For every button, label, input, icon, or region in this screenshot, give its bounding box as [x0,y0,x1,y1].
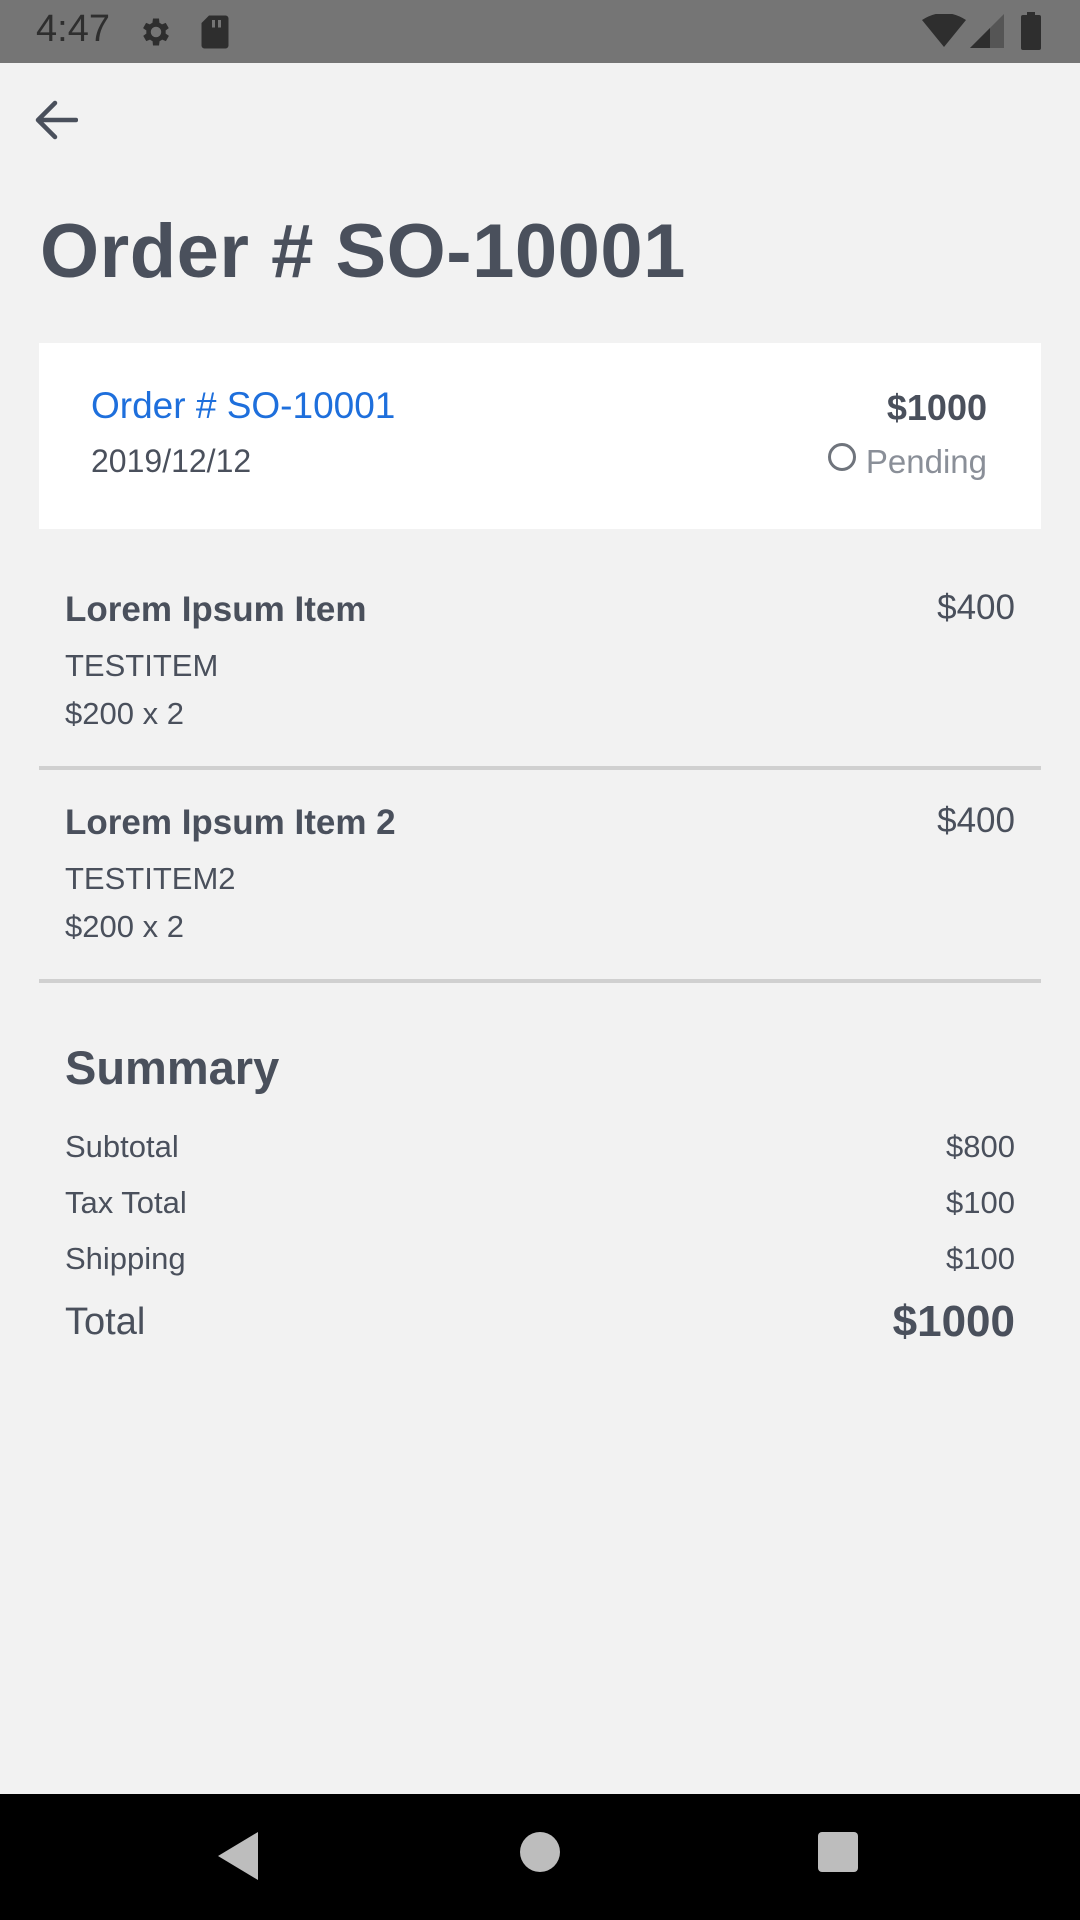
summary-row-tax: Tax Total $100 [65,1175,1015,1231]
summary-value: $100 [946,1241,1015,1276]
item-sku: TESTITEM [65,648,219,683]
summary-title: Summary [65,1041,280,1094]
item-name: Lorem Ipsum Item 2 [65,803,396,842]
back-button[interactable] [26,92,86,148]
page-title: Order # SO-10001 [40,209,686,294]
summary-label: Subtotal [65,1129,179,1164]
status-badge: Pending [827,443,987,481]
wifi-icon [922,14,966,47]
status-label: Pending [865,443,987,480]
order-amount: $1000 [886,387,987,428]
pending-circle-icon [827,443,856,471]
nav-back-icon[interactable] [216,1830,260,1882]
summary-label: Shipping [65,1241,186,1276]
summary-row-subtotal: Subtotal $800 [65,1119,1015,1175]
line-item: Lorem Ipsum Item 2 TESTITEM2 $200 x 2 $4… [39,773,1041,983]
item-price: $400 [937,801,1015,840]
sd-card-icon [201,15,229,49]
summary-row-total: Total $1000 [65,1287,1015,1357]
order-date: 2019/12/12 [91,443,252,479]
summary-label: Tax Total [65,1185,187,1220]
summary-value: $800 [946,1129,1015,1164]
item-quantity: $200 x 2 [65,696,184,731]
arrow-left-icon [35,100,78,140]
summary-row-shipping: Shipping $100 [65,1231,1015,1287]
status-bar: 4:47 [0,0,1080,63]
total-value: $1000 [892,1297,1015,1346]
battery-icon [1021,12,1041,50]
item-sku: TESTITEM2 [65,861,236,896]
gear-icon [143,18,169,46]
summary-value: $100 [946,1185,1015,1220]
nav-home-icon[interactable] [520,1832,560,1872]
status-time: 4:47 [36,8,110,50]
item-name: Lorem Ipsum Item [65,590,367,629]
system-nav-bar [0,1794,1080,1920]
cell-signal-icon [970,14,1004,48]
order-card: Order # SO-10001 2019/12/12 $1000 Pendin… [39,343,1041,529]
line-item: Lorem Ipsum Item TESTITEM $200 x 2 $400 [39,560,1041,770]
item-price: $400 [937,588,1015,627]
summary-section: Summary Subtotal $800 Tax Total $100 Shi… [65,1040,1015,1357]
total-label: Total [65,1300,146,1343]
order-number-link[interactable]: Order # SO-10001 [91,385,395,427]
nav-recent-apps-icon[interactable] [818,1832,858,1872]
item-quantity: $200 x 2 [65,909,184,944]
